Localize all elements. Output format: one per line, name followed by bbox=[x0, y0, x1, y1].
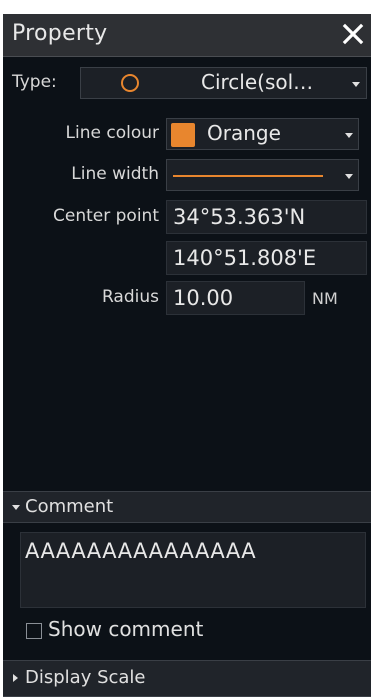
longitude-field[interactable]: 140°51.808'E bbox=[166, 241, 367, 275]
type-dropdown[interactable]: Circle(sol… bbox=[80, 67, 367, 99]
property-panel: Property Type: Circle(sol… Line colour O… bbox=[3, 14, 371, 697]
line-width-label: Line width bbox=[71, 164, 159, 184]
latitude-field[interactable]: 34°53.363'N bbox=[166, 200, 367, 234]
type-label: Type: bbox=[12, 72, 57, 92]
chevron-down-icon bbox=[345, 174, 353, 179]
chevron-down-icon bbox=[345, 133, 353, 138]
radius-unit: NM bbox=[312, 289, 338, 308]
comment-section-header[interactable]: Comment bbox=[3, 491, 371, 523]
radius-field[interactable]: 10.00 bbox=[166, 281, 305, 315]
line-width-dropdown[interactable] bbox=[166, 159, 359, 191]
line-colour-value: Orange bbox=[207, 121, 281, 145]
checkbox-box[interactable] bbox=[26, 623, 42, 639]
line-colour-label: Line colour bbox=[65, 123, 159, 143]
show-comment-label: Show comment bbox=[48, 617, 204, 641]
comment-textarea[interactable]: AAAAAAAAAAAAAAA bbox=[20, 532, 366, 608]
panel-title: Property bbox=[12, 21, 108, 46]
line-width-sample bbox=[173, 175, 323, 177]
display-scale-label: Display Scale bbox=[25, 667, 146, 688]
comment-section-label: Comment bbox=[25, 496, 114, 517]
title-bar: Property bbox=[3, 14, 371, 57]
center-point-label: Center point bbox=[53, 206, 159, 226]
radius-label: Radius bbox=[101, 287, 159, 307]
orange-swatch bbox=[171, 123, 195, 147]
display-scale-section-header[interactable]: Display Scale bbox=[3, 660, 371, 697]
circle-outline-icon bbox=[121, 74, 139, 92]
chevron-down-icon bbox=[12, 505, 20, 510]
line-colour-dropdown[interactable]: Orange bbox=[166, 118, 359, 150]
close-button[interactable] bbox=[339, 20, 367, 48]
chevron-right-icon bbox=[13, 674, 18, 682]
close-icon bbox=[342, 23, 364, 45]
chevron-down-icon bbox=[352, 82, 360, 87]
type-value: Circle(sol… bbox=[201, 70, 314, 94]
